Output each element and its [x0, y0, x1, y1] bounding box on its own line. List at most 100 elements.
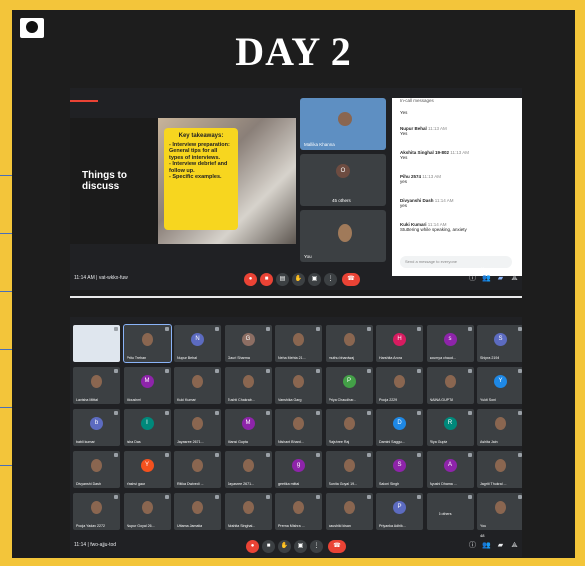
more-options-icon[interactable]: ⋮ [310, 540, 323, 553]
participant-tile[interactable]: A Ayushi Dhama ... [426, 451, 474, 488]
participant-tile[interactable]: H Harshita Arora [376, 325, 423, 362]
participant-tile[interactable]: Ritika Dwivedi ... [174, 451, 221, 488]
participant-tile[interactable]: b babli kumari [73, 409, 120, 446]
avatar [141, 501, 153, 514]
participant-tile[interactable]: muthu bhardwaj [325, 325, 373, 362]
mic-off-icon [164, 495, 169, 499]
meeting-info: 11:14 | fwo-ajju-tod [74, 542, 117, 548]
participant-name: Mallika Khanna [304, 142, 335, 147]
self-tile[interactable]: You [300, 210, 386, 262]
mic-off-icon [366, 369, 371, 373]
avatar [495, 459, 506, 472]
participant-tile[interactable]: Rajshree Raj [325, 409, 373, 446]
participant-tile[interactable]: P Priyanka Adhik... [376, 493, 423, 530]
participant-name: Sunita Goyal 19... [328, 482, 358, 486]
participant-tile[interactable]: Prerna Mishra ... [275, 493, 322, 530]
avatar [495, 417, 506, 430]
participant-name: Ashita Jain [480, 440, 498, 444]
participant-tile[interactable]: M Mansi Gupta [224, 409, 272, 446]
participant-tile[interactable]: Divyanshi Dash [73, 451, 120, 488]
avatar [343, 501, 355, 514]
participant-tile[interactable]: Jayasree 2671... [174, 409, 221, 446]
slide-heading: Things to discuss [82, 170, 127, 192]
mic-off-icon [265, 369, 270, 373]
participant-tile[interactable]: D Damini Saggu... [376, 409, 423, 446]
participant-tile[interactable]: G Gauri Sharma [224, 325, 272, 362]
participant-tile[interactable]: Jagriti Thukral ... [477, 451, 522, 488]
mic-icon[interactable]: ● [246, 540, 259, 553]
participant-tile[interactable] [73, 325, 120, 362]
participant-tile[interactable]: NAINA GUPTA [426, 367, 474, 404]
chat-icon[interactable]: ▰ [496, 541, 505, 550]
info-icon[interactable]: ⓘ [468, 541, 477, 550]
avatar: S [393, 459, 406, 472]
activities-icon[interactable]: ⟁ [510, 541, 519, 550]
raise-hand-icon[interactable]: ✋ [278, 540, 291, 553]
mic-icon[interactable]: ● [244, 273, 257, 286]
chat-input[interactable]: Send a message to everyone [400, 256, 512, 268]
avatar [293, 333, 304, 346]
participant-tile[interactable]: s soumya chaud... [426, 325, 474, 362]
participant-tile[interactable]: Nishant Bhard... [275, 409, 322, 446]
participant-tile[interactable]: I Isha Das [123, 409, 171, 446]
participant-name: You [304, 254, 312, 259]
participant-tile[interactable]: N Nupur Behal [174, 325, 221, 362]
participant-name: Priya Chaudhar... [328, 398, 357, 402]
mic-off-icon [366, 411, 371, 415]
camera-icon[interactable]: ■ [262, 540, 275, 553]
participant-tile[interactable]: Nupur Goyal 26... [123, 493, 171, 530]
participant-tile[interactable]: g geetika mittal [275, 451, 322, 488]
participant-tile[interactable]: kaushiki kisan [325, 493, 373, 530]
participant-tile[interactable]: S Shipra 2194 [477, 325, 522, 362]
camera-icon[interactable]: ■ [260, 273, 273, 286]
participant-tile[interactable]: P Priya Chaudhar... [325, 367, 373, 404]
participant-tile[interactable]: Sunita Goyal 19... [325, 451, 373, 488]
avatar: R [443, 417, 457, 430]
participant-tile[interactable]: Y Yukti Soni [477, 367, 522, 404]
people-icon[interactable]: 👥 [482, 541, 491, 550]
activities-icon[interactable]: ⟁ [510, 274, 519, 283]
participant-tile[interactable]: Y Yashvi gaur [123, 451, 171, 488]
present-icon[interactable]: ▣ [294, 540, 307, 553]
participant-tile[interactable]: Tushti Chakrab... [224, 367, 272, 404]
participant-name: 45 others [332, 198, 351, 203]
participant-tile[interactable]: Lavisha Mittal [73, 367, 120, 404]
mic-off-icon [316, 369, 320, 373]
participant-tile[interactable]: 6 others [426, 493, 474, 530]
participant-tile[interactable]: Akshita Singhal... [224, 493, 272, 530]
participant-tile[interactable]: M Moushmi [123, 367, 171, 404]
mic-off-icon [215, 495, 219, 499]
participant-tile[interactable]: Kuki Kumari [174, 367, 221, 404]
participant-tile[interactable]: Pritu Trehan [122, 324, 172, 363]
participant-tile[interactable]: O 45 others [300, 154, 386, 206]
participant-name: Moushmi [126, 398, 142, 402]
participant-tile[interactable]: Vanshika Garg [275, 367, 322, 404]
more-options-icon[interactable]: ⋮ [324, 273, 337, 286]
participant-tile[interactable]: Mallika Khanna [300, 98, 386, 150]
mic-off-icon [366, 495, 371, 499]
participant-name: Harshita Arora [379, 356, 402, 360]
participant-tile[interactable]: R Riya Gupta [426, 409, 474, 446]
participant-tile[interactable]: Jayasree 2671... [224, 451, 272, 488]
raise-hand-icon[interactable]: ✋ [292, 273, 305, 286]
present-icon[interactable]: ▣ [308, 273, 321, 286]
participant-name: Vanshika Garg [278, 398, 302, 402]
participant-tile[interactable]: Uttama Jamatia [174, 493, 221, 530]
captions-icon[interactable]: ▤ [276, 273, 289, 286]
mic-off-icon [417, 453, 421, 457]
people-icon[interactable]: 👥 [482, 274, 491, 283]
info-icon[interactable]: ⓘ [468, 274, 477, 283]
mic-off-icon [366, 327, 371, 331]
end-call-button[interactable]: ☎ [342, 273, 360, 286]
participant-tile[interactable]: Pooja Yadav 2272 [73, 493, 120, 530]
participant-tile[interactable]: Pooja 2229 [376, 367, 423, 404]
participant-tile[interactable]: S Saloni Singh [376, 451, 423, 488]
meet-screenshot-grid: Pritu Trehan N Nupur Behal G Gauri Sharma Neh… [70, 317, 522, 557]
participant-tile[interactable]: Ashita Jain [477, 409, 522, 446]
chat-icon[interactable]: ▰ [496, 274, 505, 283]
mic-off-icon [417, 495, 421, 499]
participant-tile[interactable]: You [477, 493, 522, 530]
participant-name: Lavisha Mittal [76, 398, 98, 402]
participant-tile[interactable]: Neha Mehta 21... [275, 325, 322, 362]
end-call-button[interactable]: ☎ [328, 540, 346, 553]
